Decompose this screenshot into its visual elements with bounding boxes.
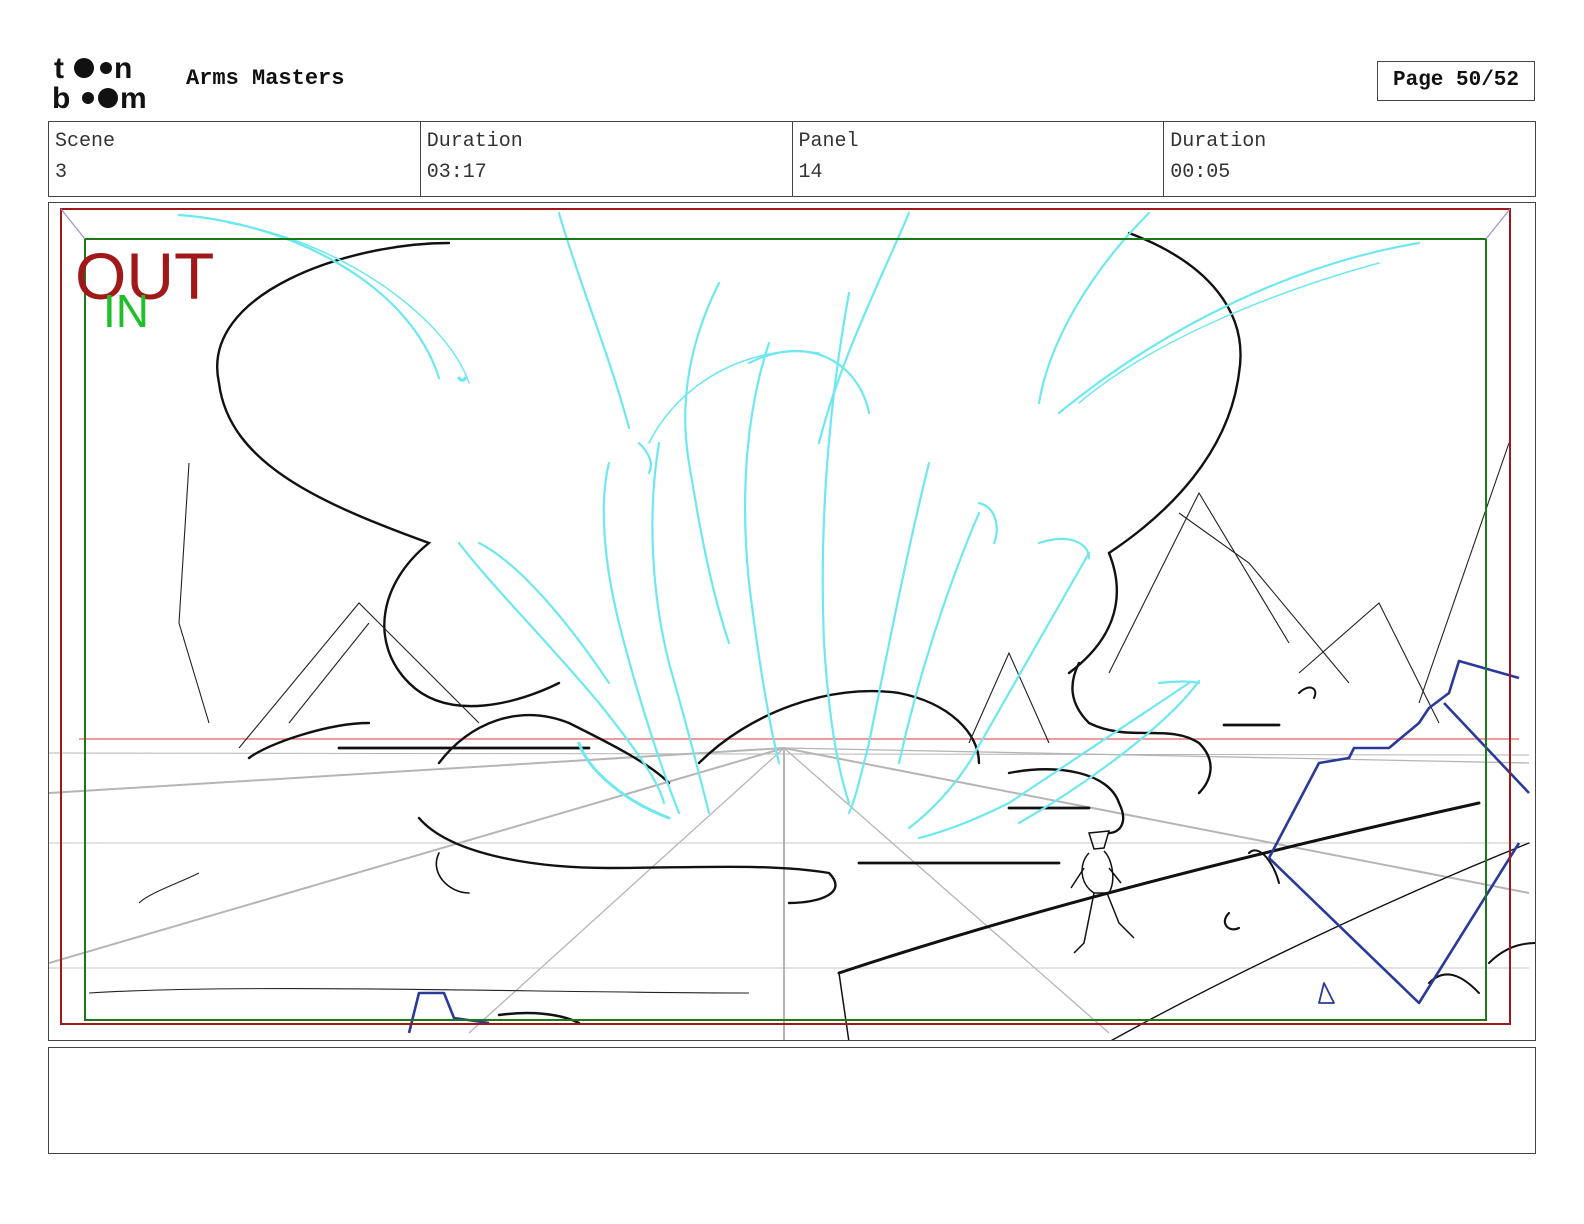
project-title: Arms Masters [186,66,345,91]
in-label: IN [103,285,149,337]
character-figure [1070,830,1135,954]
storyboard-panel: OUT IN [48,202,1536,1041]
svg-text:n: n [114,52,132,85]
in-frame [84,238,1487,1021]
panel-duration-label: Duration [1170,130,1267,153]
explosion-effect [177,211,1421,840]
panel-notes [48,1047,1536,1154]
scene-info-table: Scene 3 Duration 03:17 Panel 14 Duration… [48,121,1536,197]
panel-value: 14 [798,161,823,184]
toon-boom-logo: t n b m [52,52,147,112]
svg-text:b: b [52,82,70,112]
svg-text:t: t [54,52,64,85]
out-frame [60,208,1511,1025]
scene-cell: Scene 3 [49,122,421,196]
panel-duration-value: 00:05 [1170,161,1231,184]
panel-sketch: OUT IN [49,208,1535,1040]
scene-duration-value: 03:17 [426,161,487,184]
scene-label: Scene [55,130,116,153]
svg-text:m: m [120,82,147,112]
mountain-sketch [88,442,1510,994]
scene-duration-label: Duration [426,130,523,153]
structure-sketch [407,659,1530,1034]
scene-value: 3 [55,161,68,184]
scene-duration-cell: Duration 03:17 [421,122,793,196]
ink-sketch [216,231,1535,1040]
panel-label: Panel [798,130,859,153]
panel-cell: Panel 14 [793,122,1165,196]
page-number: Page 50/52 [1377,61,1535,101]
panel-duration-cell: Duration 00:05 [1164,122,1535,196]
